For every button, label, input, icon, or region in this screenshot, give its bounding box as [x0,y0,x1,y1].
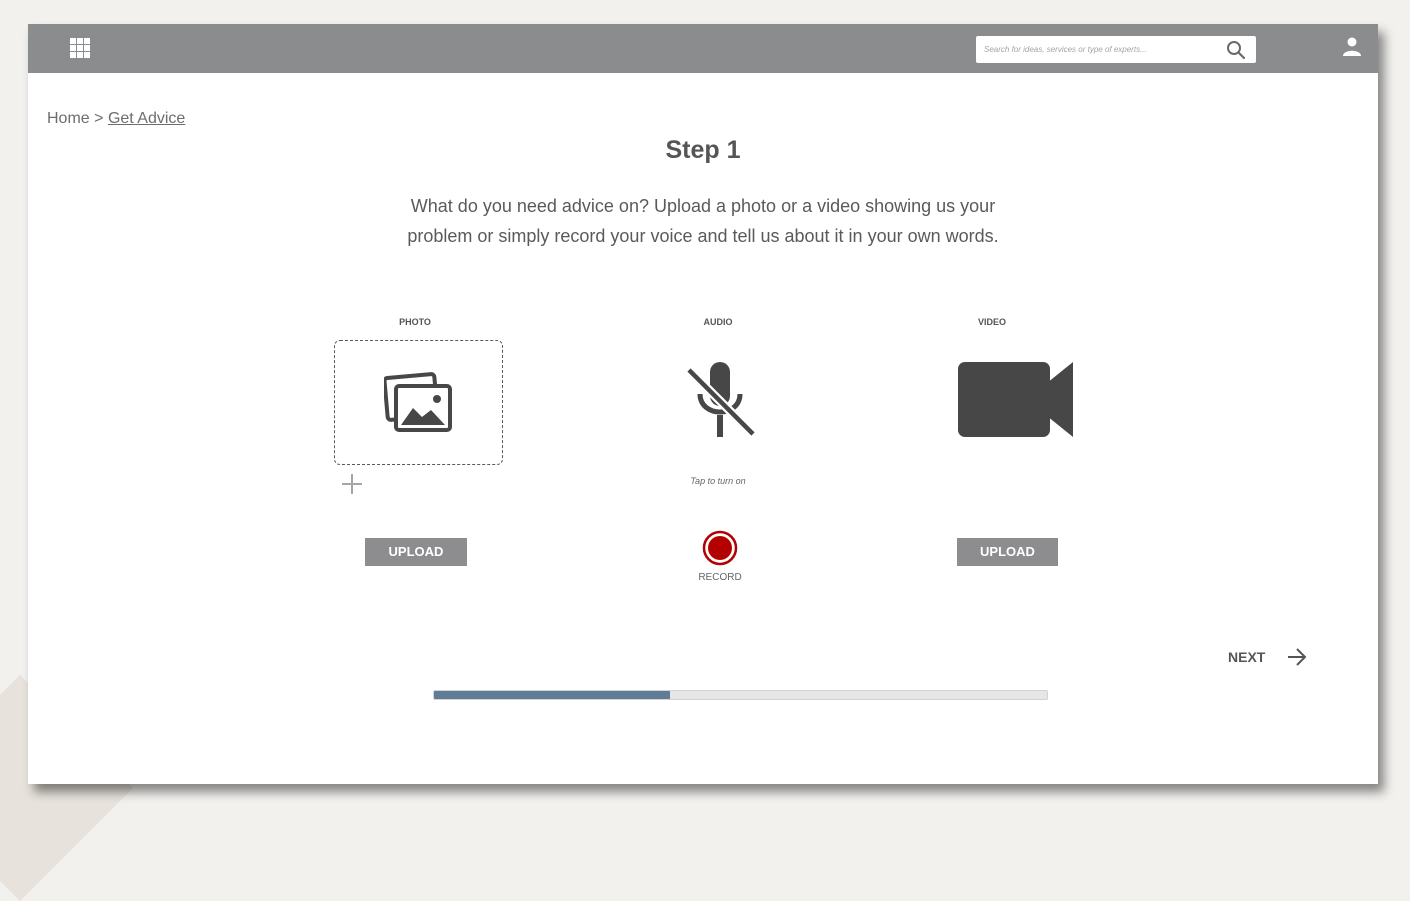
top-bar [28,24,1378,73]
breadcrumb-separator: > [94,110,104,127]
breadcrumb-current[interactable]: Get Advice [108,110,185,127]
upload-photo-button[interactable]: UPLOAD [365,538,467,566]
plus-icon[interactable] [341,473,363,495]
photo-icon [384,372,452,432]
record-icon[interactable] [702,530,738,566]
search-icon[interactable] [1226,40,1246,60]
apps-grid-icon[interactable] [70,38,90,58]
breadcrumb: Home > Get Advice [47,110,185,128]
audio-label: AUDIO [703,317,733,327]
progress-fill [434,691,670,699]
record-label: RECORD [698,572,742,583]
search-input[interactable] [984,41,1209,58]
mic-off-icon[interactable] [683,360,759,440]
next-button[interactable]: NEXT [1228,644,1307,670]
video-camera-icon [958,362,1073,437]
progress-bar [433,690,1048,700]
audio-hint: Tap to turn on [690,476,746,486]
breadcrumb-home[interactable]: Home [47,110,90,127]
search-box [976,36,1256,63]
instructions-line-1: What do you need advice on? Upload a pho… [410,196,996,216]
video-label: VIDEO [977,317,1006,327]
page-title: Step 1 [665,136,741,164]
app-window: Home > Get Advice Step 1 What do you nee… [28,24,1378,784]
photo-label: PHOTO [399,317,431,327]
next-label: NEXT [1228,649,1266,665]
user-icon[interactable] [1341,36,1363,58]
photo-dropzone[interactable] [334,340,503,465]
instructions-text: What do you need advice on? Upload a pho… [398,191,1008,251]
upload-video-button[interactable]: UPLOAD [957,538,1058,566]
arrow-right-icon [1288,648,1307,666]
instructions-line-2: problem or simply record your voice and … [407,226,999,246]
